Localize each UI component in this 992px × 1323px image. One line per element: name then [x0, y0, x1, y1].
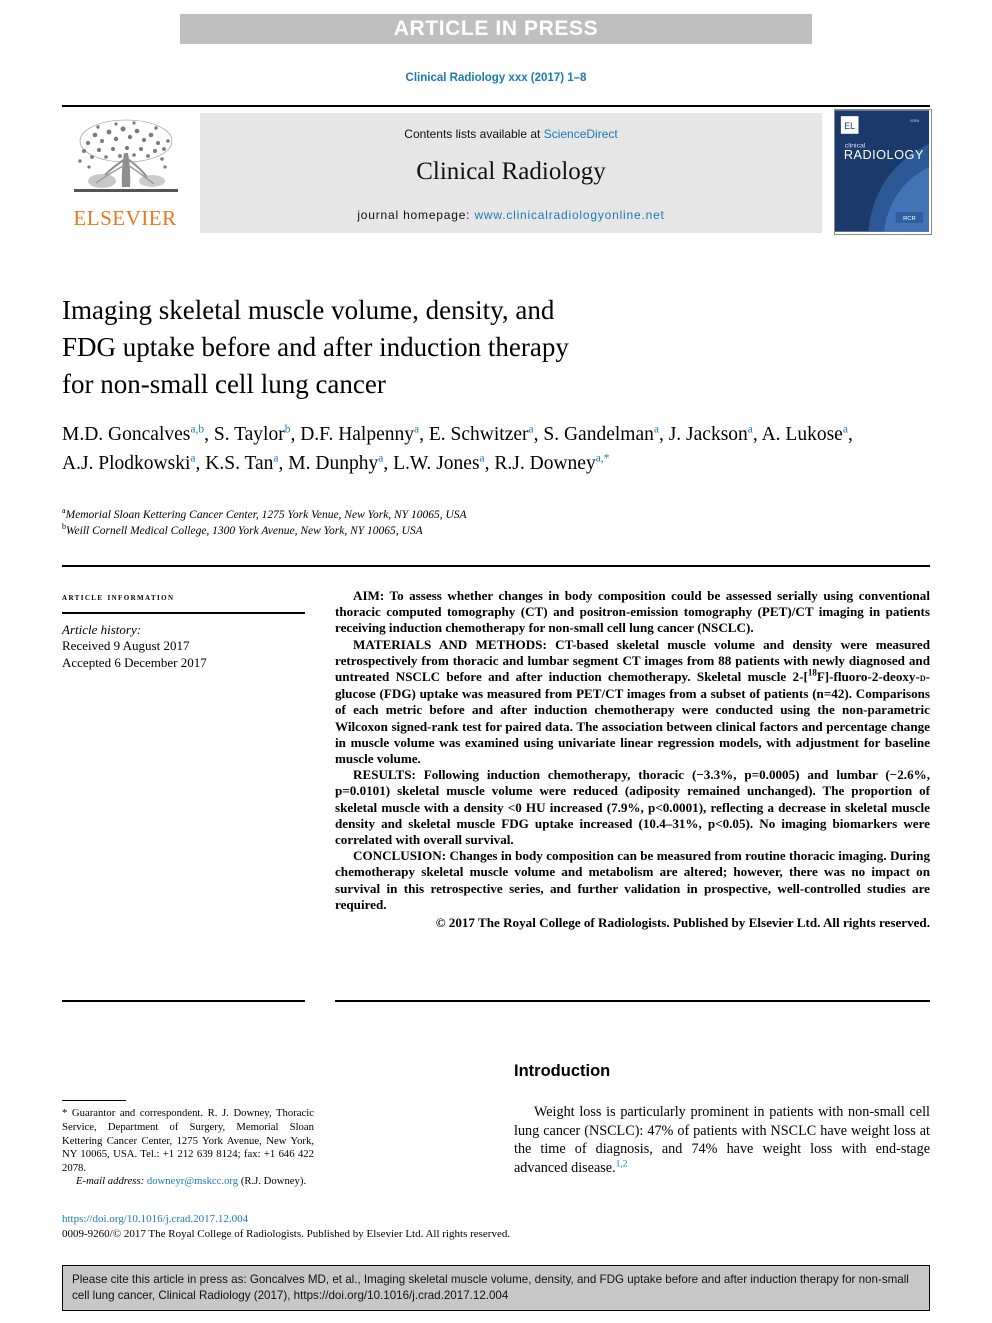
author-list: M.D. Goncalvesa,b, S. Taylorb, D.F. Halp… — [62, 423, 853, 474]
author-name: S. Gandelman — [543, 424, 654, 445]
doi-link[interactable]: https://doi.org/10.1016/j.crad.2017.12.0… — [62, 1212, 662, 1227]
introduction-paragraph: Weight loss is particularly prominent in… — [514, 1103, 930, 1177]
author-affiliation-mark[interactable]: a — [414, 424, 419, 436]
journal-masthead: ELSEVIER Contents lists available at Sci… — [62, 105, 932, 235]
svg-text:RADIOLOGY: RADIOLOGY — [844, 147, 924, 162]
author-name: L.W. Jones — [393, 453, 480, 474]
email-label: E-mail address: — [76, 1175, 147, 1188]
doi-block: https://doi.org/10.1016/j.crad.2017.12.0… — [62, 1212, 662, 1241]
author-affiliation-mark[interactable]: a — [748, 424, 753, 436]
abstract-results-text: Following induction chemotherapy, thorac… — [335, 767, 930, 848]
author-name: A. Lukose — [761, 424, 843, 445]
title-line-1: Imaging skeletal muscle volume, density,… — [62, 295, 555, 325]
article-in-press-banner: ARTICLE IN PRESS — [180, 14, 812, 44]
author-affiliation-mark[interactable]: a — [843, 424, 848, 436]
abstract-methods-text-b: F]-fluoro-2-deoxy- — [816, 669, 920, 685]
abstract-methods-label: MATERIALS AND METHODS: — [353, 636, 547, 652]
abstract-aim-paragraph: AIM: To assess whether changes in body c… — [335, 588, 930, 637]
journal-homepage-link[interactable]: www.clinicalradiologyonline.net — [474, 208, 664, 222]
elsevier-logo: ELSEVIER — [62, 113, 188, 233]
citation-footer-box: Please cite this article in press as: Go… — [62, 1265, 930, 1311]
footnote-rule — [62, 1100, 126, 1102]
abstract-top-rule — [62, 565, 930, 567]
article-in-press-label: ARTICLE IN PRESS — [393, 17, 599, 40]
title-line-3: for non-small cell lung cancer — [62, 369, 386, 399]
author-name: S. Taylor — [213, 424, 285, 445]
email-line: E-mail address: downeyr@mskcc.org (R.J. … — [62, 1175, 314, 1189]
affiliation-list: aMemorial Sloan Kettering Cancer Center,… — [62, 507, 872, 540]
elsevier-tree-icon — [74, 119, 178, 192]
masthead-center-panel: Contents lists available at ScienceDirec… — [200, 113, 822, 233]
author-affiliation-mark[interactable]: a — [378, 453, 383, 465]
introduction-section: Introduction Weight loss is particularly… — [514, 1062, 930, 1177]
author-affiliation-mark[interactable]: a — [190, 453, 195, 465]
abstract-results-paragraph: RESULTS: Following induction chemotherap… — [335, 767, 930, 848]
affiliation-text: Memorial Sloan Kettering Cancer Center, … — [65, 509, 467, 521]
author-name: R.J. Downey — [494, 453, 596, 474]
svg-text:RCR: RCR — [903, 216, 916, 222]
abstract-bottom-rule-right — [335, 1000, 930, 1002]
article-received-date: Received 9 August 2017 — [62, 638, 190, 653]
abstract-conclusion-label: CONCLUSION: — [353, 848, 447, 864]
contents-prefix: Contents lists available at — [404, 127, 544, 141]
abstract-aim-text: To assess whether changes in body compos… — [335, 588, 930, 636]
abstract-results-label: RESULTS: — [353, 767, 416, 783]
citation-footer-text: Please cite this article in press as: Go… — [72, 1273, 909, 1302]
author-affiliation-mark[interactable]: a,* — [596, 453, 610, 465]
article-information-rule — [62, 612, 305, 614]
title-line-2: FDG uptake before and after induction th… — [62, 332, 569, 362]
author-affiliation-mark[interactable]: a — [480, 453, 485, 465]
masthead-top-rule — [62, 105, 930, 107]
author-name: M.D. Goncalves — [62, 424, 191, 445]
reference-citation-link[interactable]: 1,2 — [616, 1159, 628, 1169]
page-title: Imaging skeletal muscle volume, density,… — [62, 292, 862, 403]
author-affiliation-mark[interactable]: a — [529, 424, 534, 436]
article-information-block: ARTICLE INFORMATION Article history: Rec… — [62, 592, 308, 671]
introduction-heading: Introduction — [514, 1062, 611, 1080]
svg-text:EL: EL — [844, 121, 855, 131]
fdg-isotope-superscript: 18 — [807, 667, 817, 678]
author-name: K.S. Tan — [205, 453, 274, 474]
author-affiliation-mark[interactable]: a,b — [190, 424, 204, 436]
homepage-label: journal homepage: — [357, 208, 475, 222]
affiliation-item: bWeill Cornell Medical College, 1300 Yor… — [62, 522, 872, 540]
elsevier-wordmark: ELSEVIER — [73, 206, 177, 230]
sciencedirect-link[interactable]: ScienceDirect — [544, 127, 618, 141]
affiliation-text: Weill Cornell Medical College, 1300 York… — [66, 524, 423, 537]
abstract-aim-label: AIM: — [353, 588, 385, 603]
correspondence-footnote: * Guarantor and correspondent. R. J. Dow… — [62, 1100, 314, 1189]
abstract-methods-paragraph: MATERIALS AND METHODS: CT-based skeletal… — [335, 637, 930, 768]
article-information-heading: ARTICLE INFORMATION — [62, 592, 175, 603]
issn-copyright-line: 0009-9260/© 2017 The Royal College of Ra… — [62, 1227, 511, 1240]
abstract-bottom-rule-left — [62, 1000, 305, 1002]
journal-cover-thumbnail: EL ISSN clinical RADIOLOGY RCR — [834, 109, 932, 235]
email-suffix: (R.J. Downey). — [238, 1175, 307, 1188]
journal-cover-art: EL ISSN clinical RADIOLOGY RCR — [835, 110, 929, 232]
title-block: Imaging skeletal muscle volume, density,… — [62, 292, 862, 403]
journal-homepage-line: journal homepage: www.clinicalradiologyo… — [200, 208, 822, 222]
article-accepted-date: Accepted 6 December 2017 — [62, 654, 207, 670]
author-name: J. Jackson — [668, 424, 748, 445]
author-name: A.J. Plodkowski — [62, 453, 191, 474]
author-name: D.F. Halpenny — [300, 424, 415, 445]
affiliation-item: aMemorial Sloan Kettering Cancer Center,… — [62, 507, 872, 524]
author-affiliation-mark[interactable]: a — [273, 453, 278, 465]
article-history-label: Article history: — [62, 621, 142, 637]
contents-available-line: Contents lists available at ScienceDirec… — [200, 113, 822, 141]
introduction-text: Weight loss is particularly prominent in… — [514, 1104, 930, 1176]
journal-name: Clinical Radiology — [416, 158, 606, 185]
abstract-conclusion-paragraph: CONCLUSION: Changes in body composition … — [335, 848, 930, 913]
author-affiliation-mark[interactable]: b — [285, 424, 291, 436]
running-head: Clinical Radiology xxx (2017) 1–8 — [405, 72, 587, 84]
author-name: E. Schwitzer — [428, 424, 529, 445]
svg-text:ISSN: ISSN — [910, 118, 919, 123]
article-history: Article history: Received 9 August 2017 … — [62, 622, 308, 672]
email-address-link[interactable]: downeyr@mskcc.org — [147, 1175, 238, 1187]
abstract: AIM: To assess whether changes in body c… — [335, 588, 930, 931]
correspondence-text: * Guarantor and correspondent. R. J. Dow… — [62, 1107, 314, 1174]
author-affiliation-mark[interactable]: a — [654, 424, 659, 436]
author-name: M. Dunphy — [288, 453, 379, 474]
abstract-copyright: © 2017 The Royal College of Radiologists… — [435, 915, 930, 931]
